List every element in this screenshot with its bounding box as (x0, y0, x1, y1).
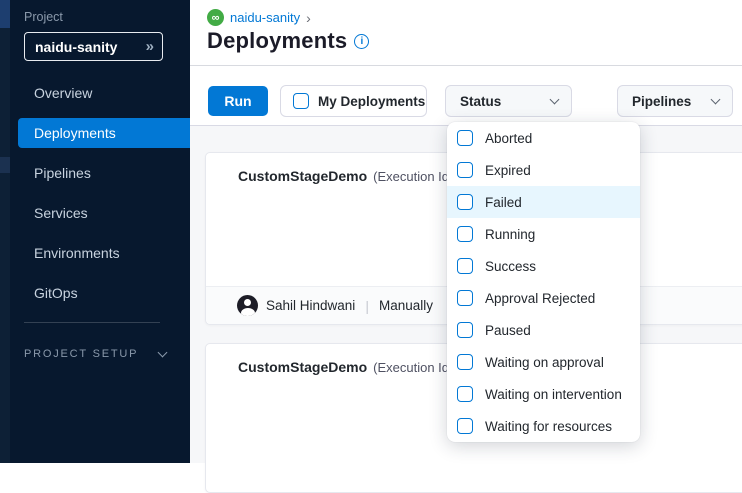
sidebar-divider (24, 322, 160, 323)
project-name: naidu-sanity (35, 39, 146, 55)
breadcrumb-separator-icon: › (306, 10, 311, 26)
triggered-by-user: Sahil Hindwani (266, 298, 355, 313)
user-avatar-icon (237, 295, 258, 316)
page-header: ∞ naidu-sanity › Deployments i (190, 0, 742, 66)
breadcrumb-project-link[interactable]: naidu-sanity (230, 10, 300, 25)
checkbox-icon[interactable] (457, 162, 473, 178)
menu-item-running[interactable]: Running (447, 218, 640, 250)
menu-item-expired[interactable]: Expired (447, 154, 640, 186)
checkbox-icon[interactable] (457, 226, 473, 242)
menu-item-waiting-for-resources[interactable]: Waiting for resources (447, 410, 640, 442)
project-setup-label: PROJECT SETUP (24, 348, 138, 360)
sidebar-item-deployments[interactable]: Deployments (18, 118, 190, 148)
project-setup-section[interactable]: PROJECT SETUP (24, 348, 166, 360)
checkbox-icon[interactable] (457, 290, 473, 306)
trigger-type: Manually (379, 298, 433, 313)
checkbox-icon[interactable] (457, 130, 473, 146)
sidebar-item-environments[interactable]: Environments (18, 238, 190, 268)
checkbox-icon[interactable] (457, 194, 473, 210)
footer-separator: | (365, 298, 369, 314)
toolbar: Run My Deployments Status Pipelines (190, 67, 742, 126)
checkbox-icon[interactable] (457, 418, 473, 434)
checkbox-icon[interactable] (457, 386, 473, 402)
pipeline-name[interactable]: CustomStageDemo (238, 168, 367, 184)
pipeline-name[interactable]: CustomStageDemo (238, 359, 367, 375)
module-rail-active-segment (0, 0, 10, 28)
menu-item-approval-rejected[interactable]: Approval Rejected (447, 282, 640, 314)
project-label: Project (24, 10, 63, 24)
chevron-down-icon (711, 94, 721, 104)
checkbox-icon[interactable] (457, 354, 473, 370)
breadcrumb: ∞ naidu-sanity › (207, 9, 311, 26)
cd-module-icon: ∞ (207, 9, 224, 26)
pipelines-filter-dropdown[interactable]: Pipelines (617, 85, 733, 117)
my-deployments-toggle[interactable]: My Deployments (280, 85, 427, 117)
chevron-down-icon (550, 94, 560, 104)
checkbox-icon[interactable] (457, 322, 473, 338)
menu-item-paused[interactable]: Paused (447, 314, 640, 346)
menu-item-failed[interactable]: Failed (447, 186, 640, 218)
execution-id-suffix: (Execution Id (373, 169, 449, 184)
sidebar-nav: Overview Deployments Pipelines Services … (0, 78, 190, 318)
sidebar-item-pipelines[interactable]: Pipelines (18, 158, 190, 188)
sidebar-item-gitops[interactable]: GitOps (18, 278, 190, 308)
sidebar-item-services[interactable]: Services (18, 198, 190, 228)
menu-item-waiting-on-approval[interactable]: Waiting on approval (447, 346, 640, 378)
info-icon[interactable]: i (354, 34, 369, 49)
status-filter-menu: Aborted Expired Failed Running Success A… (447, 122, 640, 442)
sidebar-item-overview[interactable]: Overview (18, 78, 190, 108)
my-deployments-checkbox-icon[interactable] (293, 93, 309, 109)
menu-item-aborted[interactable]: Aborted (447, 122, 640, 154)
checkbox-icon[interactable] (457, 258, 473, 274)
page-title: Deployments (207, 28, 347, 54)
chevron-down-icon (158, 347, 168, 357)
status-filter-dropdown[interactable]: Status (445, 85, 572, 117)
main-area: ∞ naidu-sanity › Deployments i Run My De… (190, 0, 742, 463)
project-sidebar: Project naidu-sanity » Overview Deployme… (0, 0, 190, 463)
execution-id-suffix: (Execution Id (373, 360, 449, 375)
run-button[interactable]: Run (208, 86, 268, 116)
menu-item-success[interactable]: Success (447, 250, 640, 282)
project-selector[interactable]: naidu-sanity » (24, 32, 163, 61)
project-switcher-icon[interactable]: » (146, 38, 154, 55)
menu-item-waiting-on-intervention[interactable]: Waiting on intervention (447, 378, 640, 410)
